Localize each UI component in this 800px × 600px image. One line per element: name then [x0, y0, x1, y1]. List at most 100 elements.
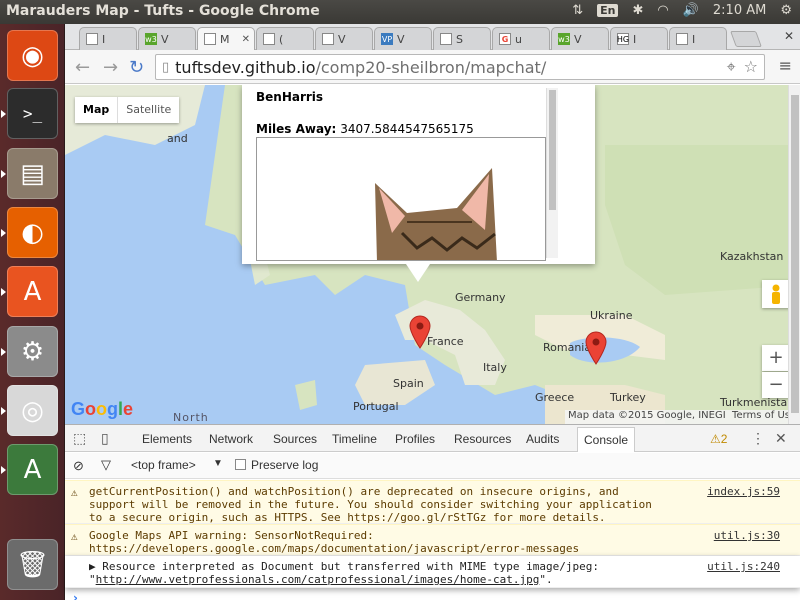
launcher: ◉ >_ ▤ ◐ A ⚙ ◎ A 🗑 [0, 24, 65, 600]
devtools-tab-network[interactable]: Network [209, 432, 253, 446]
map-label-portugal: Portugal [353, 400, 399, 413]
tab-close-icon[interactable]: ✕ [242, 34, 250, 45]
tab-favicon-icon: HG [616, 33, 630, 45]
inspect-element-icon[interactable]: ⬚ [73, 430, 86, 447]
bluetooth-icon[interactable]: ✱ [632, 3, 643, 18]
system-tray: ⇅ En ✱ ◠ 🔊 2:10 AM ⚙ [572, 3, 792, 18]
chrome-window: ✕ Iw3 V M ✕(V VP V S Gu w3 V HG I I ← → ↻ ▯ tuftsdev… [65, 24, 800, 600]
volume-icon[interactable]: 🔊 [683, 3, 699, 18]
wifi-icon[interactable]: ◠ [657, 3, 668, 18]
console-prompt-icon[interactable]: › [73, 591, 78, 600]
info-distance-label: Miles Away: [256, 122, 337, 136]
tab-title: V [338, 32, 346, 46]
console-url-link[interactable]: http://www.vetprofessionals.com/catprofe… [96, 573, 540, 586]
preserve-log-checkbox[interactable] [235, 459, 246, 470]
launcher-ubuntu-dash-icon[interactable]: ◉ [7, 30, 58, 81]
devtools-tab-profiles[interactable]: Profiles [395, 432, 435, 446]
console-source-link[interactable]: util.js:240 [707, 560, 780, 573]
browser-tab[interactable]: HG I [610, 27, 668, 50]
launcher-trash-icon[interactable]: 🗑 [7, 539, 58, 590]
devtools-tab-elements[interactable]: Elements [142, 432, 192, 446]
tab-favicon-icon: VP [381, 33, 393, 45]
warning-icon: ⚠ [71, 486, 78, 499]
map-type-map-button[interactable]: Map [75, 97, 117, 123]
browser-tab[interactable]: w3 V [551, 27, 609, 50]
map-label-greece: Greece [535, 391, 575, 404]
launcher-running-indicator [1, 110, 6, 118]
browser-tab[interactable]: M ✕ [197, 27, 255, 50]
browser-tab[interactable]: Gu [492, 27, 550, 50]
map-type-satellite-button[interactable]: Satellite [117, 97, 179, 123]
devtools-tab-audits[interactable]: Audits [526, 432, 559, 446]
launcher-firefox-icon[interactable]: ◐ [7, 207, 58, 258]
preserve-log-label: Preserve log [251, 458, 319, 472]
map-label-north: North [173, 411, 209, 424]
terms-of-use-link[interactable]: Terms of Use [732, 410, 796, 421]
launcher-software-center-icon[interactable]: A [7, 266, 58, 317]
location-icon[interactable]: ⌖ [727, 57, 736, 77]
power-gear-icon[interactable]: ⚙ [780, 3, 792, 18]
launcher-system-settings-icon[interactable]: ⚙ [7, 326, 58, 377]
browser-tab[interactable]: w3 V [138, 27, 196, 50]
launcher-update-manager-icon[interactable]: A [7, 444, 58, 495]
google-logo: Google [71, 399, 134, 419]
console-source-link[interactable]: util.js:30 [714, 529, 780, 542]
warning-count-badge[interactable]: ⚠2 [710, 432, 727, 446]
page-scrollbar[interactable] [788, 85, 800, 424]
browser-tab[interactable]: S [433, 27, 491, 50]
bookmark-star-icon[interactable]: ☆ [744, 57, 758, 77]
map-label-ukraine: Ukraine [590, 309, 633, 322]
launcher-chrome-icon[interactable]: ◎ [7, 385, 58, 436]
devtools-tab-console[interactable]: Console [577, 427, 636, 452]
back-icon[interactable]: ← [75, 57, 90, 78]
devtools-tab-resources[interactable]: Resources [454, 432, 511, 446]
browser-tab[interactable]: V [315, 27, 373, 50]
browser-tab[interactable]: ( [256, 27, 314, 50]
map-canvas[interactable]: Germany France Italy Spain Portugal Ukra… [65, 85, 800, 424]
tab-favicon-icon [322, 33, 334, 45]
launcher-terminal-icon[interactable]: >_ [7, 88, 58, 139]
window-close-icon[interactable]: ✕ [784, 29, 794, 43]
zoom-in-button[interactable]: + [762, 345, 790, 371]
address-bar[interactable]: ▯ tuftsdev.github.io/comp20-sheilbron/ma… [155, 54, 765, 80]
devtools-menu-icon[interactable]: ⋮ [751, 430, 765, 447]
device-mode-icon[interactable]: ▯ [101, 430, 109, 447]
new-tab-button[interactable] [730, 31, 762, 47]
map-label-romania: Romania [543, 341, 592, 354]
street-view-pegman-icon[interactable] [762, 280, 790, 308]
browser-tab[interactable]: VP V [374, 27, 432, 50]
tab-title: S [456, 32, 463, 46]
tab-favicon-icon [676, 33, 688, 45]
keyboard-layout-indicator[interactable]: En [597, 4, 619, 17]
devtools-tab-timeline[interactable]: Timeline [332, 432, 377, 446]
reload-icon[interactable]: ↻ [129, 57, 144, 78]
devtools-close-icon[interactable]: ✕ [775, 430, 787, 447]
forward-icon[interactable]: → [103, 57, 118, 78]
tab-favicon-icon [263, 33, 275, 45]
console-source-link[interactable]: index.js:59 [707, 485, 780, 498]
attribution-text: Map data ©2015 Google, INEGI [568, 410, 726, 421]
console-warning-row: ⚠ Google Maps API warning: SensorNotRequ… [65, 524, 800, 556]
launcher-files-icon[interactable]: ▤ [7, 148, 58, 199]
info-distance-value: 3407.5844547565175 [340, 122, 474, 136]
chrome-menu-icon[interactable]: ≡ [779, 56, 792, 75]
browser-tab[interactable]: I [79, 27, 137, 50]
devtools-panel: ⬚ ▯ ⚠2 ⋮ ✕ Elements Network Sources Timelin… [65, 424, 800, 600]
zoom-out-button[interactable]: − [762, 372, 790, 398]
filter-icon[interactable]: ▽ [101, 457, 111, 473]
launcher-running-indicator [1, 288, 6, 296]
frame-dropdown-icon[interactable]: ▼ [213, 458, 223, 469]
map-marker-pin-icon[interactable] [585, 331, 607, 365]
launcher-running-indicator [1, 170, 6, 178]
map-marker-pin-icon[interactable] [409, 315, 431, 349]
map-type-control: Map Satellite [75, 97, 180, 123]
frame-selector[interactable]: <top frame> [131, 458, 196, 472]
network-arrows-icon[interactable]: ⇅ [572, 3, 583, 18]
tab-title: I [692, 32, 696, 46]
clear-console-icon[interactable]: ⊘ [73, 458, 84, 474]
info-distance: Miles Away: 3407.5844547565175 [256, 122, 474, 136]
devtools-tab-sources[interactable]: Sources [273, 432, 317, 446]
info-scrollbar[interactable] [546, 88, 558, 258]
browser-tab[interactable]: I [669, 27, 727, 50]
clock[interactable]: 2:10 AM [713, 3, 766, 18]
